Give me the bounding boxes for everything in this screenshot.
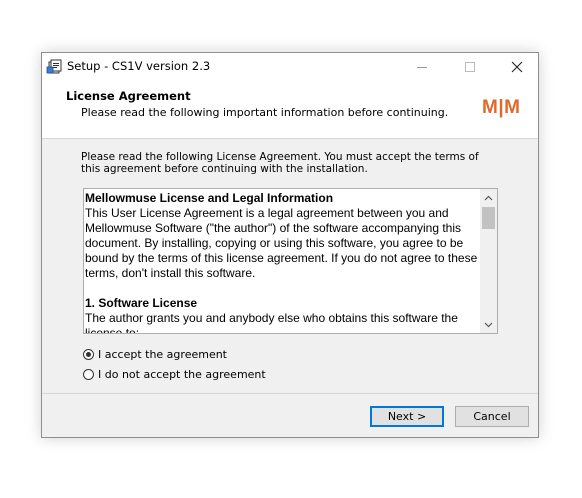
license-intro-text: Please read the following License Agreem… [81, 151, 479, 175]
wizard-body: Please read the following License Agreem… [42, 139, 538, 393]
accept-radio[interactable]: I accept the agreement [83, 348, 227, 361]
title-bar[interactable]: Setup - CS1V version 2.3 [42, 53, 538, 81]
decline-radio-label[interactable]: I do not accept the agreement [98, 368, 266, 381]
radio-unchecked-icon[interactable] [83, 369, 94, 380]
license-section-text: The author grants you and anybody else w… [85, 311, 458, 334]
close-button[interactable] [494, 53, 540, 81]
scroll-up-button[interactable] [480, 189, 497, 206]
chevron-down-icon [484, 322, 493, 327]
window-title: Setup - CS1V version 2.3 [67, 59, 211, 73]
page-title: License Agreement [66, 89, 191, 103]
chevron-up-icon [484, 195, 493, 200]
license-content: Mellowmuse License and Legal Information… [85, 191, 479, 334]
wizard-header: License Agreement Please read the follow… [42, 81, 538, 139]
scroll-down-button[interactable] [480, 316, 497, 333]
close-icon [511, 61, 523, 73]
setup-window: Setup - CS1V version 2.3 License Agreeme… [41, 52, 539, 438]
radio-checked-icon[interactable] [83, 349, 94, 360]
license-scrollbar[interactable] [480, 189, 497, 333]
license-text-box[interactable]: Mellowmuse License and Legal Information… [83, 188, 498, 334]
maximize-button[interactable] [447, 53, 493, 81]
cancel-button[interactable]: Cancel [455, 406, 529, 427]
minimize-button[interactable] [399, 53, 445, 81]
next-button[interactable]: Next > [370, 406, 444, 427]
mellowmuse-logo: M|M [482, 97, 521, 118]
footer-divider [42, 393, 538, 394]
page-subtitle: Please read the following important info… [81, 106, 449, 119]
maximize-icon [465, 62, 475, 72]
setup-app-icon [46, 58, 64, 76]
scroll-thumb[interactable] [482, 207, 495, 229]
minimize-icon [417, 67, 427, 68]
license-section-heading: 1. Software License [85, 296, 198, 310]
license-paragraph: This User License Agreement is a legal a… [85, 206, 478, 280]
accept-radio-label[interactable]: I accept the agreement [98, 348, 227, 361]
license-heading: Mellowmuse License and Legal Information [85, 191, 334, 205]
decline-radio[interactable]: I do not accept the agreement [83, 368, 266, 381]
